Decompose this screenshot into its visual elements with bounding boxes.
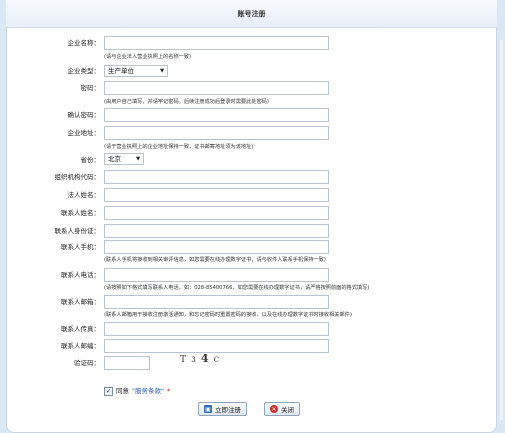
legal-person-label: 法人姓名：: [67, 191, 101, 199]
register-button-label: 立即注册: [215, 406, 241, 414]
company-name-hint: (请与企业法人营业执照上的名称一致): [104, 54, 192, 60]
company-type-value: 生产单位: [108, 67, 134, 75]
company-address-label: 企业地址：: [67, 129, 101, 137]
contact-mobile-label: 联系人手机：: [61, 243, 100, 251]
chevron-down-icon: ▼: [136, 156, 140, 162]
password-label: 密码：: [80, 84, 101, 92]
close-button-label: 关闭: [281, 406, 294, 414]
contact-phone-hint: (请按照如下格式填写联系人电话，如：028-85400766，如您需要在线办理数…: [104, 285, 370, 291]
contact-mobile-input[interactable]: [104, 240, 329, 254]
password-input[interactable]: [104, 81, 329, 95]
confirm-password-input[interactable]: [104, 108, 329, 122]
company-address-hint: (请于营业执照上的企业地址保持一致，证书邮寄地址须为该地址): [104, 144, 254, 150]
contact-id-label: 联系人身份证：: [54, 227, 101, 235]
org-code-input[interactable]: [104, 170, 329, 184]
captcha-char: 3: [191, 356, 197, 364]
terms-link[interactable]: "服务条款": [132, 386, 164, 396]
company-name-label: 企业名称：: [67, 39, 101, 47]
company-name-input[interactable]: [104, 36, 329, 50]
page-title: 账号注册: [6, 0, 497, 28]
contact-email-input[interactable]: [104, 295, 329, 309]
scrollbar[interactable]: [500, 40, 503, 420]
contact-fax-label: 联系人传真：: [61, 325, 100, 333]
close-icon: ✕: [270, 405, 278, 413]
contact-email-hint: (联系人邮箱用于接收注册激活通知，和忘记密码时重置密码的接收，以及在线办理数字证…: [104, 312, 352, 318]
company-type-label: 企业类型：: [67, 67, 101, 75]
province-select[interactable]: 北京 ▼: [104, 153, 144, 165]
captcha-char: C: [213, 356, 221, 364]
contact-phone-label: 联系人电话：: [61, 271, 100, 279]
captcha-label: 验证码：: [74, 359, 100, 367]
contact-phone-input[interactable]: [104, 268, 329, 282]
save-icon: ▣: [204, 405, 212, 413]
required-mark: *: [166, 387, 171, 395]
contact-mobile-hint: (联系人手机将接收到相关审评信息，如您需要在线办理数字证书，请与收件人联系手机保…: [104, 257, 326, 263]
password-hint: (由用户自己填写，并请牢记密码。后续注册成功后登录时需要此处密码): [104, 99, 269, 105]
contact-fax-input[interactable]: [104, 322, 329, 336]
captcha-input[interactable]: [104, 356, 150, 370]
chevron-down-icon: ▼: [160, 68, 164, 74]
contact-email-label: 联系人邮箱：: [61, 298, 100, 306]
agree-row: ✓ 同意 "服务条款" *: [104, 386, 170, 396]
register-button[interactable]: ▣ 立即注册: [198, 402, 247, 416]
contact-name-label: 联系人姓名：: [61, 209, 100, 217]
contact-postcode-input[interactable]: [104, 339, 329, 353]
legal-person-input[interactable]: [104, 188, 329, 202]
company-type-select[interactable]: 生产单位 ▼: [104, 65, 168, 77]
org-code-label: 组织机构代码：: [54, 173, 101, 181]
confirm-password-label: 确认密码：: [67, 111, 101, 119]
agree-label: 同意: [116, 387, 129, 395]
captcha-char: 4: [200, 352, 210, 365]
close-button[interactable]: ✕ 关闭: [264, 402, 300, 416]
title-text: 账号注册: [237, 9, 266, 18]
contact-postcode-label: 联系人邮编：: [61, 342, 100, 350]
company-address-input[interactable]: [104, 126, 329, 140]
contact-name-input[interactable]: [104, 206, 329, 220]
agree-checkbox[interactable]: ✓: [104, 386, 113, 396]
captcha-char: T: [180, 355, 188, 365]
province-value: 北京: [108, 155, 121, 163]
contact-id-input[interactable]: [104, 224, 329, 238]
captcha-image[interactable]: T 3 4 C: [180, 352, 230, 366]
province-label: 省份：: [80, 156, 101, 164]
